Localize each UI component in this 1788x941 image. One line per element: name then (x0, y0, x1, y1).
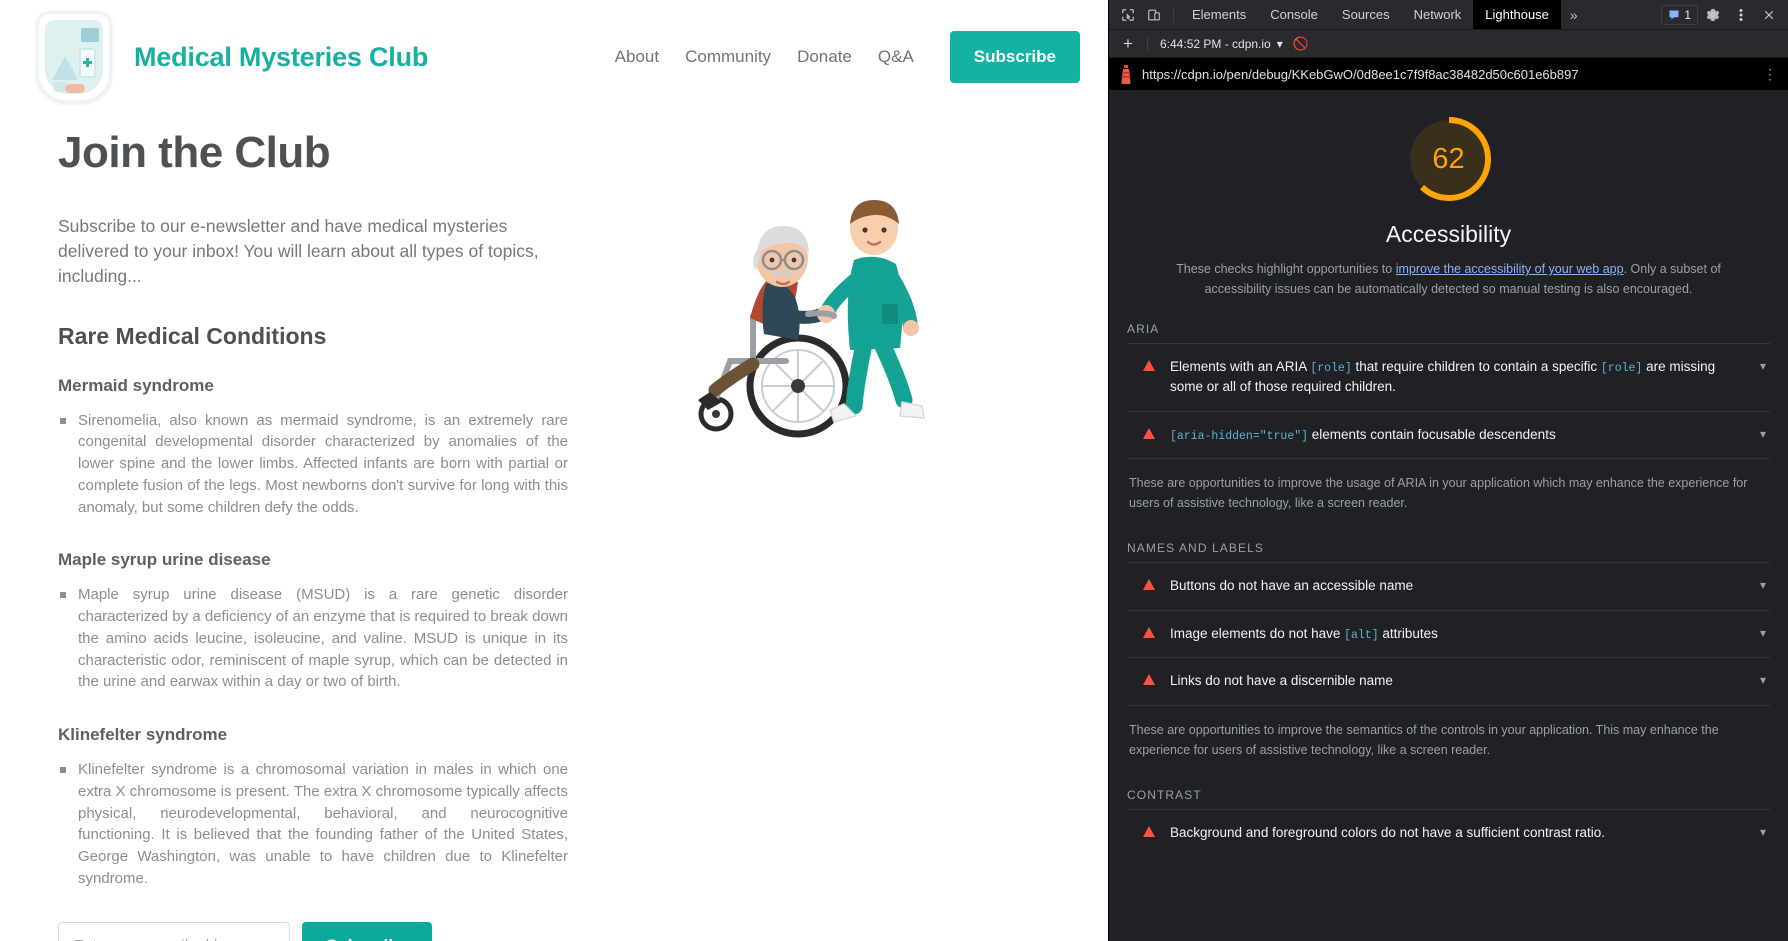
nav-item-donate[interactable]: Donate (797, 47, 852, 67)
audit-group-footnote: These are opportunities to improve the s… (1127, 704, 1770, 766)
clear-icon[interactable]: 🚫 (1289, 36, 1313, 52)
audit-title: Buttons do not have an accessible name (1170, 578, 1414, 594)
audit-title: Links do not have a discernible name (1170, 673, 1393, 689)
audit-group-names-and-labels: NAMES AND LABELS Buttons do not have an … (1127, 541, 1770, 766)
primary-nav: About Community Donate Q&A Subscribe (615, 31, 1080, 83)
audit-row[interactable]: Background and foreground colors do not … (1127, 808, 1770, 857)
subscribe-button[interactable]: Subscribe (302, 921, 433, 941)
warning-triangle-icon (1143, 427, 1155, 439)
accessibility-score-gauge: 62 (1402, 112, 1496, 206)
lighthouse-logo-icon (1121, 64, 1131, 84)
devtools-toolbar: Elements Console Sources Network Lightho… (1109, 0, 1788, 30)
close-icon[interactable] (1756, 3, 1782, 27)
nav-subscribe-button[interactable]: Subscribe (949, 31, 1080, 83)
console-message-count[interactable]: 1 (1661, 4, 1698, 25)
audit-group-title: NAMES AND LABELS (1127, 541, 1264, 556)
audit-row[interactable]: [aria-hidden="true"] elements contain fo… (1127, 410, 1770, 459)
condition-heading-klinefelter: Klinefelter syndrome (58, 725, 228, 745)
audit-row[interactable]: Image elements do not have [alt] attribu… (1127, 609, 1770, 658)
chevron-down-icon[interactable]: ▾ (1760, 825, 1766, 839)
tab-lighthouse[interactable]: Lighthouse (1473, 0, 1561, 29)
list-item: Maple syrup urine disease (MSUD) is a ra… (58, 584, 568, 693)
audit-group-title: ARIA (1127, 321, 1160, 336)
desc-before: These checks highlight opportunities to (1176, 262, 1396, 276)
warning-triangle-icon (1143, 359, 1155, 371)
lighthouse-run-selector[interactable]: 6:44:52 PM - cdpn.io ▾ (1154, 35, 1289, 53)
tab-network[interactable]: Network (1402, 0, 1474, 29)
report-category-title: Accessibility (1385, 221, 1512, 247)
audit-row[interactable]: Buttons do not have an accessible name ▾ (1127, 562, 1770, 610)
nav-item-about[interactable]: About (615, 47, 659, 67)
devtools-toolbar-right: 1 (1661, 3, 1782, 27)
audit-title: [aria-hidden="true"] elements contain fo… (1170, 426, 1556, 443)
audit-row[interactable]: Links do not have a discernible name ▾ (1127, 657, 1770, 705)
site-header: Medical Mysteries Club About Community D… (0, 0, 1108, 110)
report-kebab-menu-icon[interactable]: ⋮ (1763, 66, 1778, 83)
score-gauge-block: 62 Accessibility These checks highlight … (1127, 112, 1770, 300)
screen: Medical Mysteries Club About Community D… (0, 0, 1788, 941)
list-item: Klinefelter syndrome is a chromosomal va… (58, 759, 568, 890)
gear-icon[interactable] (1700, 3, 1726, 27)
nav-item-community[interactable]: Community (685, 47, 771, 67)
audit-title: Image elements do not have [alt] attribu… (1170, 625, 1438, 642)
device-toolbar-icon[interactable] (1141, 3, 1167, 27)
chevron-down-icon[interactable]: ▾ (1760, 673, 1766, 687)
nav-item-qa[interactable]: Q&A (878, 47, 914, 67)
warning-triangle-icon (1143, 579, 1155, 591)
tab-elements[interactable]: Elements (1180, 0, 1258, 29)
lighthouse-url-bar: https://cdpn.io/pen/debug/KKebGwO/0d8ee1… (1109, 58, 1788, 90)
message-count-label: 1 (1684, 7, 1691, 22)
warning-triangle-icon (1143, 825, 1155, 837)
warning-triangle-icon (1143, 674, 1155, 686)
chevron-down-icon[interactable]: ▾ (1760, 359, 1766, 373)
web-page: Medical Mysteries Club About Community D… (0, 0, 1108, 941)
lighthouse-runs-bar: + 6:44:52 PM - cdpn.io ▾ 🚫 (1109, 30, 1788, 58)
lighthouse-report: 62 Accessibility These checks highlight … (1109, 90, 1788, 941)
devtools-panel: Elements Console Sources Network Lightho… (1108, 0, 1788, 941)
condition-list-msud: Maple syrup urine disease (MSUD) is a ra… (58, 584, 1064, 693)
report-category-description: These checks highlight opportunities to … (1169, 260, 1729, 300)
audited-url: https://cdpn.io/pen/debug/KKebGwO/0d8ee1… (1142, 66, 1579, 82)
chevron-down-icon[interactable]: ▾ (1760, 578, 1766, 592)
tab-sources[interactable]: Sources (1330, 0, 1402, 29)
intro-paragraph: Subscribe to our e-newsletter and have m… (58, 216, 539, 286)
audit-group-contrast: CONTRAST Background and foreground color… (1127, 788, 1770, 857)
more-tabs-icon[interactable]: » (1561, 7, 1587, 23)
chevron-down-icon[interactable]: ▾ (1760, 427, 1766, 441)
newsletter-form: Subscribe (58, 921, 1064, 941)
audit-title: Elements with an ARIA [role] that requir… (1170, 358, 1716, 395)
email-field[interactable] (58, 921, 290, 941)
list-item: Sirenomelia, also known as mermaid syndr… (58, 410, 568, 519)
tab-console[interactable]: Console (1258, 0, 1330, 29)
audit-row[interactable]: Elements with an ARIA [role] that requir… (1127, 342, 1770, 411)
new-lighthouse-run-button[interactable]: + (1115, 34, 1141, 54)
audit-group-title: CONTRAST (1127, 787, 1202, 802)
site-brand-title[interactable]: Medical Mysteries Club (134, 42, 428, 73)
chevron-down-icon[interactable]: ▾ (1277, 37, 1283, 51)
lighthouse-run-label: 6:44:52 PM - cdpn.io (1160, 36, 1271, 51)
condition-list-klinefelter: Klinefelter syndrome is a chromosomal va… (58, 759, 1064, 890)
illustration-nurse-wheelchair (698, 200, 925, 438)
audit-group-footnote: These are opportunities to improve the u… (1127, 458, 1770, 519)
kebab-menu-icon[interactable] (1728, 3, 1754, 27)
medical-shield-logo-icon[interactable] (36, 11, 112, 103)
audit-group-aria: ARIA Elements with an ARIA [role] that r… (1127, 322, 1770, 520)
chevron-down-icon[interactable]: ▾ (1760, 626, 1766, 640)
inspect-element-icon[interactable] (1115, 3, 1141, 27)
accessibility-score-value: 62 (1432, 142, 1465, 175)
page-title: Join the Club (58, 128, 331, 177)
audit-title: Background and foreground colors do not … (1170, 824, 1606, 840)
accessibility-docs-link[interactable]: improve the accessibility of your web ap… (1396, 262, 1624, 276)
condition-heading-msud: Maple syrup urine disease (58, 550, 271, 570)
devtools-tab-list: Elements Console Sources Network Lightho… (1180, 0, 1561, 29)
warning-triangle-icon (1143, 626, 1155, 638)
